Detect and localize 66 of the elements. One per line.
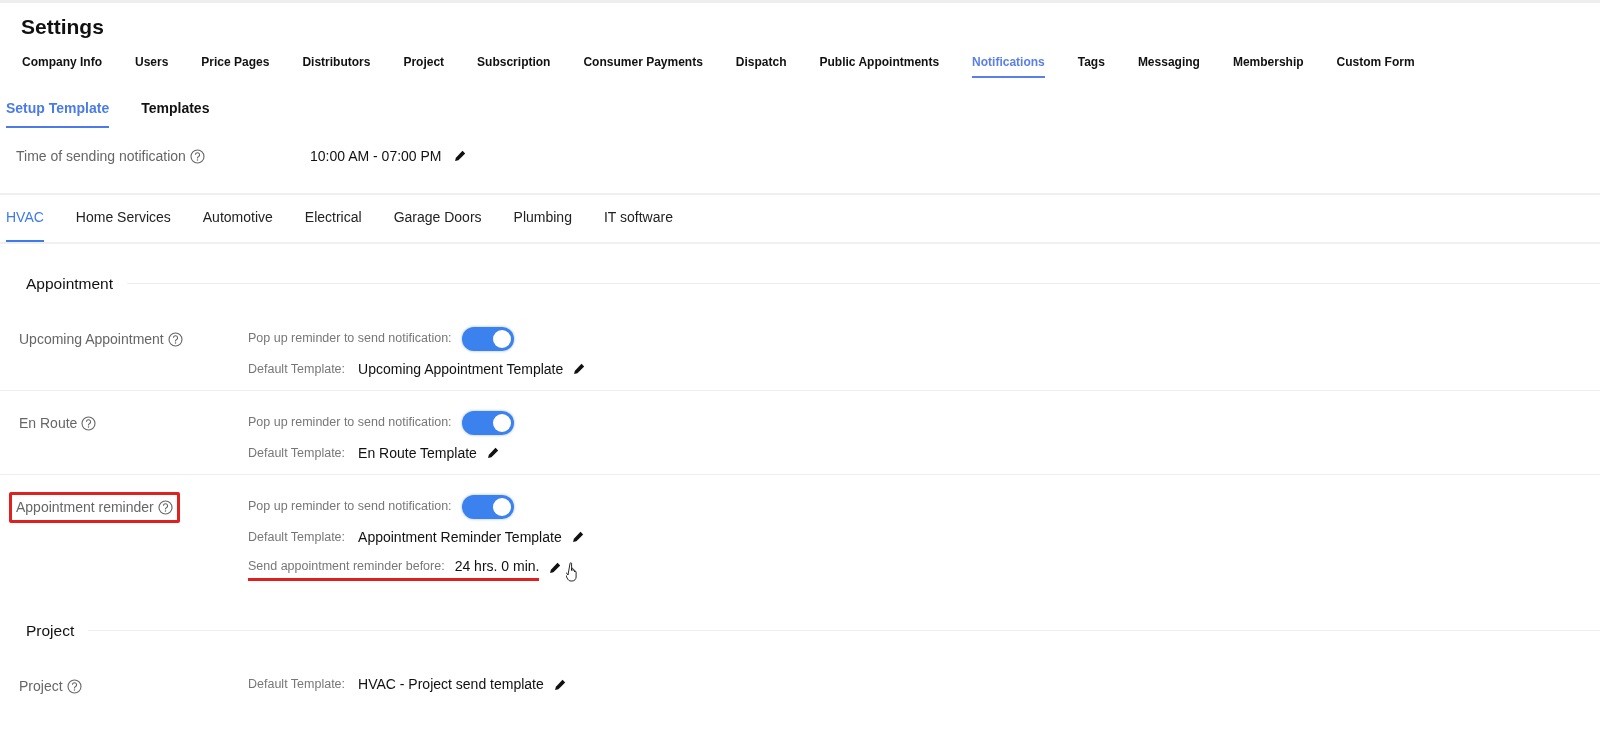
notification-label: Appointment reminder <box>16 497 154 517</box>
toggle-switch[interactable] <box>461 326 514 351</box>
settings-tab[interactable]: Distributors <box>302 52 371 78</box>
popup-label: Pop up reminder to send notification: <box>248 414 452 432</box>
template-tab[interactable]: Templates <box>141 97 210 128</box>
template-label: Default Template: <box>248 528 346 546</box>
reminder-value: 24 hrs. 0 min. <box>454 556 540 576</box>
edit-button[interactable] <box>549 562 562 575</box>
template-name: En Route Template <box>358 443 477 463</box>
settings-tab[interactable]: Dispatch <box>735 52 787 78</box>
settings-tab[interactable]: Custom Form <box>1336 52 1415 78</box>
time-range-value: 10:00 AM - 07:00 PM <box>310 146 442 166</box>
template-name: Appointment Reminder Template <box>358 527 562 547</box>
settings-tab[interactable]: Consumer Payments <box>583 52 703 78</box>
edit-button[interactable] <box>573 363 586 376</box>
pencil-icon <box>571 531 584 544</box>
edit-button[interactable] <box>486 447 499 460</box>
reminder-label: Send appointment reminder before: <box>248 557 445 575</box>
settings-tab[interactable]: Tags <box>1077 52 1105 78</box>
settings-tab[interactable]: Membership <box>1232 52 1304 78</box>
industry-tab[interactable]: Automotive <box>202 206 273 242</box>
settings-tab[interactable]: Subscription <box>477 52 551 78</box>
template-label: Default Template: <box>248 676 346 694</box>
settings-tab[interactable]: Public Appointments <box>819 52 940 78</box>
industry-tab[interactable]: Garage Doors <box>393 206 482 242</box>
page-title: Settings <box>21 14 105 40</box>
industry-tab[interactable]: Plumbing <box>513 206 572 242</box>
popup-label: Pop up reminder to send notification: <box>248 498 452 516</box>
edit-button[interactable] <box>553 678 566 691</box>
template-name: Upcoming Appointment Template <box>358 359 564 379</box>
edit-button[interactable] <box>571 531 584 544</box>
template-name: HVAC - Project send template <box>358 675 544 694</box>
settings-tab[interactable]: Users <box>135 52 169 78</box>
help-icon <box>167 331 183 347</box>
notification-label: En Route <box>19 413 78 433</box>
hand-cursor-icon <box>566 561 580 582</box>
industry-tab[interactable]: IT software <box>603 206 673 242</box>
pencil-icon <box>486 447 499 460</box>
toggle-switch[interactable] <box>461 410 514 435</box>
settings-tab[interactable]: Project <box>403 52 445 78</box>
template-label: Default Template: <box>248 360 346 378</box>
section-title: Appointment <box>26 273 114 294</box>
toggle-switch[interactable] <box>461 494 514 519</box>
notification-label: Project <box>19 677 63 696</box>
industry-tab[interactable]: Home Services <box>75 206 171 242</box>
settings-tab[interactable]: Notifications <box>972 52 1045 78</box>
template-tab[interactable]: Setup Template <box>6 97 110 128</box>
help-icon <box>157 499 173 515</box>
notification-label: Upcoming Appointment <box>19 329 164 349</box>
popup-label: Pop up reminder to send notification: <box>248 330 452 348</box>
industry-tab[interactable]: HVAC <box>6 206 44 242</box>
edit-button[interactable] <box>453 150 466 162</box>
settings-tab[interactable]: Messaging <box>1137 52 1200 78</box>
pencil-icon <box>549 562 562 575</box>
help-icon <box>66 679 82 694</box>
settings-tab[interactable]: Company Info <box>22 52 102 78</box>
pencil-icon <box>553 678 566 691</box>
industry-tab[interactable]: Electrical <box>304 206 362 242</box>
settings-tab[interactable]: Price Pages <box>201 52 270 78</box>
section-title: Project <box>26 620 75 641</box>
pencil-icon <box>573 363 586 376</box>
setting-label: Time of sending notification <box>16 146 186 166</box>
pencil-icon <box>453 150 466 162</box>
help-icon <box>81 415 97 431</box>
help-icon <box>189 148 205 164</box>
template-label: Default Template: <box>248 444 346 462</box>
